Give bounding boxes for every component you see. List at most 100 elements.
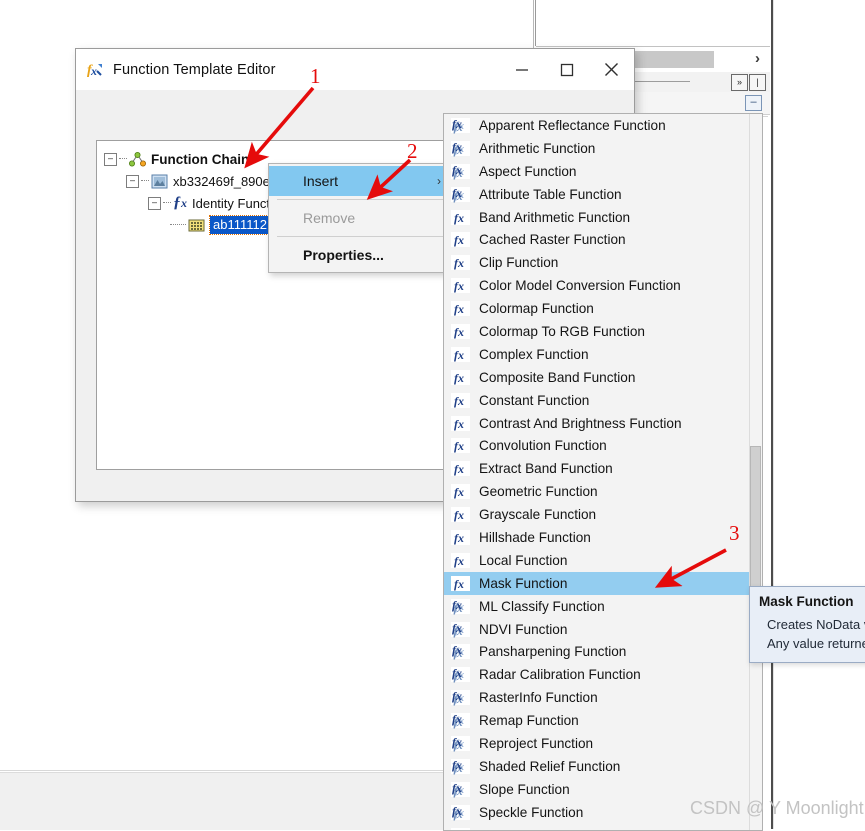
vertical-bar-icon[interactable]: | xyxy=(749,74,766,91)
function-menu-item-label: Colormap To RGB Function xyxy=(479,323,645,339)
fx-icon: fx xyxy=(451,415,470,431)
tree-connector-line xyxy=(170,224,186,226)
function-menu-item-composite-band-function[interactable]: fx Composite Band Function xyxy=(444,366,749,389)
function-menu-item-label: Color Model Conversion Function xyxy=(479,278,681,294)
function-menu-item-colormap-to-rgb-function[interactable]: fx Colormap To RGB Function xyxy=(444,320,749,343)
expander-collapse-icon[interactable]: – xyxy=(104,152,117,166)
tooltip-body: Creates NoData values. Any value returne… xyxy=(767,617,865,652)
function-menu-item-grayscale-function[interactable]: fx Grayscale Function xyxy=(444,503,749,526)
double-chevron-down-icon[interactable]: » xyxy=(731,74,748,91)
function-chain-icon xyxy=(129,151,146,166)
fx-icon: fx xyxy=(451,369,470,385)
fx-stack-icon: fxfxfx xyxy=(451,781,470,798)
fx-stack-icon: fxfxfx xyxy=(451,621,470,638)
function-menu-item-hillshade-function[interactable]: fx Hillshade Function xyxy=(444,526,749,549)
context-menu-separator xyxy=(277,236,443,237)
fx-icon: fx xyxy=(451,438,470,454)
function-tooltip: Mask Function Creates NoData values. Any… xyxy=(749,586,865,664)
fx-stack-icon: fxfxfx xyxy=(451,598,470,615)
function-menu-item-reproject-function[interactable]: fx fx fx Reproject Function xyxy=(444,732,749,755)
function-menu-item-band-arithmetic-function[interactable]: fx Band Arithmetic Function xyxy=(444,206,749,229)
function-menu-item-geometric-function[interactable]: fx Geometric Function xyxy=(444,480,749,503)
minus-icon[interactable]: – xyxy=(745,95,762,111)
svg-text:fx: fx xyxy=(454,485,464,499)
function-menu-item-complex-function[interactable]: fx Complex Function xyxy=(444,343,749,366)
fx-stack-icon: fxfxfx xyxy=(451,712,470,729)
function-menu-item-label: Aspect Function xyxy=(479,163,577,179)
function-menu-item-label: Complex Function xyxy=(479,346,589,362)
svg-text:fx: fx xyxy=(452,735,462,749)
function-menu-item-apparent-reflectance-function[interactable]: fx fx fx Apparent Reflectance Function xyxy=(444,114,749,137)
fx-icon: fx xyxy=(451,346,470,362)
function-menu-item-colormap-function[interactable]: fx Colormap Function xyxy=(444,297,749,320)
function-menu-item-label: Reproject Function xyxy=(479,735,594,751)
context-menu: Insert › Remove Properties... xyxy=(268,163,452,273)
function-menu-item-label: Apparent Reflectance Function xyxy=(479,117,666,133)
expander-collapse-icon[interactable]: – xyxy=(126,174,139,188)
svg-text:fx: fx xyxy=(452,621,462,635)
function-menu-item-label: ML Classify Function xyxy=(479,598,605,614)
svg-text:fx: fx xyxy=(452,804,462,818)
function-menu-item-attribute-table-function[interactable]: fx fx fx Attribute Table Function xyxy=(444,183,749,206)
function-menu-item-color-model-conversion-function[interactable]: fx Color Model Conversion Function xyxy=(444,274,749,297)
fx-icon: fx xyxy=(451,323,470,339)
context-menu-label: Insert xyxy=(303,173,339,189)
function-menu-item-constant-function[interactable]: fx Constant Function xyxy=(444,389,749,412)
function-menu-item-label: Cached Raster Function xyxy=(479,232,626,248)
function-menu-scroll-thumb[interactable] xyxy=(750,446,761,588)
function-list: fx fx fx Apparent Reflectance Function fx fx f… xyxy=(444,114,749,830)
function-menu-item-local-function[interactable]: fx Local Function xyxy=(444,549,749,572)
function-template-editor-icon: f x xyxy=(87,61,104,78)
function-menu-item-remap-function[interactable]: fx fx fx Remap Function xyxy=(444,709,749,732)
function-menu-item-spectral-conversion-function[interactable]: fxfxfxSpectral Conversion Function xyxy=(444,824,749,830)
function-menu-item-mask-function[interactable]: fx Mask Function xyxy=(444,571,749,595)
dialog-titlebar[interactable]: f x Function Template Editor xyxy=(76,49,634,90)
context-menu-item-insert[interactable]: Insert › xyxy=(269,166,451,196)
function-menu-item-arithmetic-function[interactable]: fx fx fx Arithmetic Function xyxy=(444,137,749,160)
function-menu-item-cached-raster-function[interactable]: fx Cached Raster Function xyxy=(444,228,749,251)
maximize-icon[interactable] xyxy=(544,49,589,90)
function-menu-item-clip-function[interactable]: fx Clip Function xyxy=(444,251,749,274)
function-menu-item-convolution-function[interactable]: fx Convolution Function xyxy=(444,434,749,457)
function-menu-item-shaded-relief-function[interactable]: fx fx fx Shaded Relief Function xyxy=(444,755,749,778)
fx-icon: fx xyxy=(451,575,470,591)
raster-icon xyxy=(151,174,168,188)
function-menu-item-label: Band Arithmetic Function xyxy=(479,209,631,225)
function-menu-item-pansharpening-function[interactable]: fx fx fx Pansharpening Function xyxy=(444,640,749,663)
function-menu-item-rasterinfo-function[interactable]: fx fx fx RasterInfo Function xyxy=(444,686,749,709)
function-menu-item-contrast-and-brightness-function[interactable]: fx Contrast And Brightness Function xyxy=(444,412,749,435)
function-menu-item-label: Slope Function xyxy=(479,781,570,797)
function-menu-item-label: Arithmetic Function xyxy=(479,140,596,156)
function-menu-item-aspect-function[interactable]: fx fx fx Aspect Function xyxy=(444,160,749,183)
expander-collapse-icon[interactable]: – xyxy=(148,196,161,210)
function-menu-item-radar-calibration-function[interactable]: fx fx fx Radar Calibration Function xyxy=(444,663,749,686)
svg-text:fx: fx xyxy=(452,781,462,795)
svg-text:fx: fx xyxy=(454,577,464,591)
annotation-number-3: 3 xyxy=(729,521,740,545)
context-menu-item-properties[interactable]: Properties... xyxy=(269,240,451,270)
svg-text:fx: fx xyxy=(452,712,462,726)
fx-stack-icon: fxfxfx xyxy=(451,735,470,752)
function-menu-item-label: Colormap Function xyxy=(479,301,594,317)
svg-text:fx: fx xyxy=(454,417,464,431)
function-menu-item-ndvi-function[interactable]: fx fx fx NDVI Function xyxy=(444,618,749,641)
fx-stack-icon: fxfxfx xyxy=(451,117,470,134)
svg-text:fx: fx xyxy=(454,325,464,339)
function-menu-item-label: Pansharpening Function xyxy=(479,644,627,660)
function-menu-item-label: Remap Function xyxy=(479,713,579,729)
svg-text:fx: fx xyxy=(454,348,464,362)
chevron-right-icon[interactable]: › xyxy=(755,50,760,68)
fx-stack-icon: fxfxfx xyxy=(451,666,470,683)
function-menu-item-label: Spectral Conversion Function xyxy=(479,828,657,830)
svg-text:fx: fx xyxy=(452,117,462,131)
close-icon[interactable] xyxy=(589,49,634,90)
tree-node-label: Function Chain xyxy=(151,151,250,167)
function-menu-item-ml-classify-function[interactable]: fx fx fx ML Classify Function xyxy=(444,595,749,618)
svg-text:fx: fx xyxy=(452,598,462,612)
function-menu-scrollbar[interactable] xyxy=(749,114,762,830)
function-menu-item-extract-band-function[interactable]: fx Extract Band Function xyxy=(444,457,749,480)
minimize-icon[interactable] xyxy=(499,49,544,90)
svg-text:fx: fx xyxy=(454,211,464,225)
function-menu-item-label: Mask Function xyxy=(479,575,568,591)
fx-icon: fx xyxy=(451,232,470,248)
